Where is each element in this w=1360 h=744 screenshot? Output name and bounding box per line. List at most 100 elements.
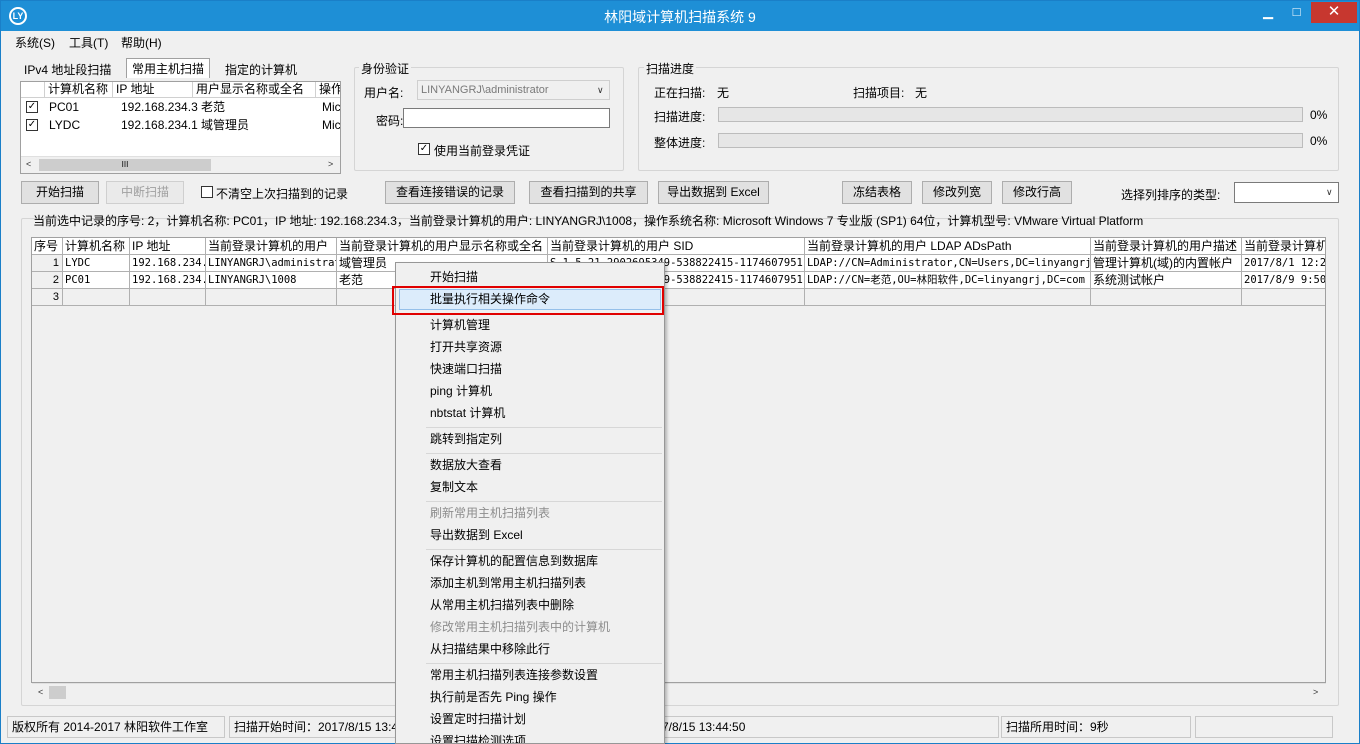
grid-header[interactable]: 计算机名称 bbox=[63, 238, 130, 255]
host-ip: 192.168.234.1 bbox=[121, 118, 198, 132]
menu-item-add-host[interactable]: 添加主机到常用主机扫描列表 bbox=[399, 573, 661, 594]
grid-cell[interactable] bbox=[1242, 289, 1325, 306]
grid-header[interactable]: 当前登录计算机的用户显示名称或全名 bbox=[337, 238, 548, 255]
grid-header[interactable]: 当前登录计算机的用户 bbox=[206, 238, 337, 255]
progress-title: 扫描进度 bbox=[644, 60, 697, 77]
menu-item-ping[interactable]: ping 计算机 bbox=[399, 381, 661, 402]
scroll-left-icon[interactable]: < bbox=[26, 159, 31, 169]
tab-specified-computers[interactable]: 指定的计算机 bbox=[225, 61, 297, 78]
stop-scan-button[interactable]: 中断扫描 bbox=[106, 181, 184, 204]
menu-item-start-scan[interactable]: 开始扫描 bbox=[399, 267, 661, 288]
scroll-left-icon[interactable]: < bbox=[38, 687, 43, 697]
status-extra bbox=[1195, 716, 1333, 738]
keep-previous-checkbox[interactable] bbox=[201, 186, 213, 198]
grid-cell[interactable]: 192.168.234. bbox=[130, 255, 206, 272]
sort-type-select[interactable] bbox=[1234, 182, 1339, 203]
menu-item-zoom-data[interactable]: 数据放大查看 bbox=[399, 455, 661, 476]
grid-cell[interactable]: LINYANGRJ\administrat bbox=[206, 255, 337, 272]
menu-item-copy-text[interactable]: 复制文本 bbox=[399, 477, 661, 498]
grid-cell[interactable] bbox=[63, 289, 130, 306]
username-field[interactable]: LINYANGRJ\administrator bbox=[417, 80, 610, 100]
grid-cell[interactable]: 2017/8/9 9:50 bbox=[1242, 272, 1325, 289]
menu-separator bbox=[426, 453, 662, 454]
menu-item-save-config-db[interactable]: 保存计算机的配置信息到数据库 bbox=[399, 551, 661, 572]
results-grid[interactable]: 序号 计算机名称 IP 地址 当前登录计算机的用户 当前登录计算机的用户显示名称… bbox=[31, 237, 1326, 683]
menu-system[interactable]: 系统(S) bbox=[15, 34, 55, 51]
total-progress-percent: 0% bbox=[1310, 134, 1328, 148]
menu-item-ping-first[interactable]: 执行前是否先 Ping 操作 bbox=[399, 687, 661, 708]
grid-header[interactable]: 当前登录计算机的用户描述 bbox=[1091, 238, 1242, 255]
host-list[interactable]: 计算机名称 IP 地址 用户显示名称或全名 操作 ✓ PC01 192.168.… bbox=[20, 81, 341, 174]
host-list-header-ip[interactable]: IP 地址 bbox=[113, 82, 193, 98]
menu-item-remove-row[interactable]: 从扫描结果中移除此行 bbox=[399, 639, 661, 660]
close-button[interactable]: ✕ bbox=[1311, 2, 1357, 23]
export-excel-button[interactable]: 导出数据到 Excel bbox=[658, 181, 769, 204]
minimize-button[interactable]: ▁ bbox=[1254, 2, 1282, 23]
grid-cell[interactable]: LYDC bbox=[63, 255, 130, 272]
grid-header[interactable]: 当前登录计算机的用户 LDAP ADsPath bbox=[805, 238, 1091, 255]
scroll-thumb[interactable] bbox=[49, 686, 66, 699]
grid-cell[interactable]: 2017/8/1 12:20 bbox=[1242, 255, 1325, 272]
chevron-down-icon[interactable]: ∨ bbox=[1326, 187, 1333, 198]
grid-cell[interactable] bbox=[130, 289, 206, 306]
scroll-thumb[interactable]: III bbox=[39, 159, 211, 171]
row-height-button[interactable]: 修改行高 bbox=[1002, 181, 1072, 204]
tab-ipv4-range[interactable]: IPv4 地址段扫描 bbox=[24, 61, 111, 78]
grid-cell[interactable] bbox=[206, 289, 337, 306]
maximize-button[interactable]: □ bbox=[1283, 2, 1310, 23]
host-list-header-op[interactable]: 操作 bbox=[316, 82, 340, 98]
grid-cell[interactable] bbox=[1091, 289, 1242, 306]
grid-header[interactable]: 序号 bbox=[32, 238, 63, 255]
grid-cell[interactable]: PC01 bbox=[63, 272, 130, 289]
grid-cell[interactable]: LINYANGRJ\1008 bbox=[206, 272, 337, 289]
grid-cell[interactable]: 192.168.234. bbox=[130, 272, 206, 289]
grid-cell[interactable]: LDAP://CN=老范,OU=林阳软件,DC=linyangrj,DC=com bbox=[805, 272, 1091, 289]
grid-header[interactable]: IP 地址 bbox=[130, 238, 206, 255]
grid-horizontal-scrollbar[interactable]: < > bbox=[32, 683, 1326, 700]
freeze-table-button[interactable]: 冻结表格 bbox=[842, 181, 912, 204]
menu-item-open-shares[interactable]: 打开共享资源 bbox=[399, 337, 661, 358]
host-checkbox[interactable]: ✓ bbox=[26, 119, 38, 131]
menu-item-connection-settings[interactable]: 常用主机扫描列表连接参数设置 bbox=[399, 665, 661, 686]
scroll-right-icon[interactable]: > bbox=[328, 159, 333, 169]
host-list-header-name[interactable]: 计算机名称 bbox=[45, 82, 113, 98]
menu-item-export-excel[interactable]: 导出数据到 Excel bbox=[399, 525, 661, 546]
host-list-scrollbar[interactable]: < III > bbox=[21, 156, 340, 173]
menu-item-refresh-list[interactable]: 刷新常用主机扫描列表 bbox=[399, 503, 661, 524]
menu-item-scan-options[interactable]: 设置扫描检测选项 bbox=[399, 731, 661, 743]
scroll-right-icon[interactable]: > bbox=[1313, 687, 1318, 697]
list-item[interactable]: ✓ LYDC 192.168.234.1 域管理员 Mic bbox=[21, 117, 340, 134]
view-errors-button[interactable]: 查看连接错误的记录 bbox=[385, 181, 515, 204]
use-current-credentials-checkbox[interactable]: ✓ bbox=[418, 143, 430, 155]
password-field[interactable] bbox=[403, 108, 610, 128]
table-row[interactable]: 3 bbox=[32, 289, 63, 306]
menu-item-computer-management[interactable]: 计算机管理 bbox=[399, 315, 661, 336]
grid-cell[interactable]: 系统测试帐户 bbox=[1091, 272, 1242, 289]
view-shares-button[interactable]: 查看扫描到的共享 bbox=[529, 181, 648, 204]
table-row[interactable]: 1 bbox=[32, 255, 63, 272]
grid-cell[interactable] bbox=[805, 289, 1091, 306]
menu-item-schedule-scan[interactable]: 设置定时扫描计划 bbox=[399, 709, 661, 730]
table-row[interactable]: 2 bbox=[32, 272, 63, 289]
grid-header[interactable]: 当前登录计算机 bbox=[1242, 238, 1325, 255]
menu-tools[interactable]: 工具(T) bbox=[69, 34, 108, 51]
total-progress-label: 整体进度: bbox=[654, 136, 706, 150]
chevron-down-icon[interactable]: ∨ bbox=[597, 85, 604, 96]
menu-help[interactable]: 帮助(H) bbox=[121, 34, 162, 51]
menu-item-edit-host[interactable]: 修改常用主机扫描列表中的计算机 bbox=[399, 617, 661, 638]
grid-cell[interactable]: LDAP://CN=Administrator,CN=Users,DC=liny… bbox=[805, 255, 1091, 272]
tab-common-hosts[interactable]: 常用主机扫描 bbox=[126, 58, 211, 78]
menu-item-remove-host[interactable]: 从常用主机扫描列表中删除 bbox=[399, 595, 661, 616]
grid-cell[interactable]: 管理计算机(域)的内置帐户 bbox=[1091, 255, 1242, 272]
scan-progress-percent: 0% bbox=[1310, 108, 1328, 122]
menu-item-nbtstat[interactable]: nbtstat 计算机 bbox=[399, 403, 661, 424]
menu-item-jump-column[interactable]: 跳转到指定列 bbox=[399, 429, 661, 450]
host-list-header-user[interactable]: 用户显示名称或全名 bbox=[193, 82, 316, 98]
host-checkbox[interactable]: ✓ bbox=[26, 101, 38, 113]
menu-item-quick-port-scan[interactable]: 快速端口扫描 bbox=[399, 359, 661, 380]
title-bar[interactable]: LY 林阳域计算机扫描系统 9 ▁ □ ✕ bbox=[1, 1, 1359, 31]
list-item[interactable]: ✓ PC01 192.168.234.3 老范 Mic bbox=[21, 99, 340, 116]
grid-header[interactable]: 当前登录计算机的用户 SID bbox=[548, 238, 805, 255]
start-scan-button[interactable]: 开始扫描 bbox=[21, 181, 99, 204]
column-width-button[interactable]: 修改列宽 bbox=[922, 181, 992, 204]
